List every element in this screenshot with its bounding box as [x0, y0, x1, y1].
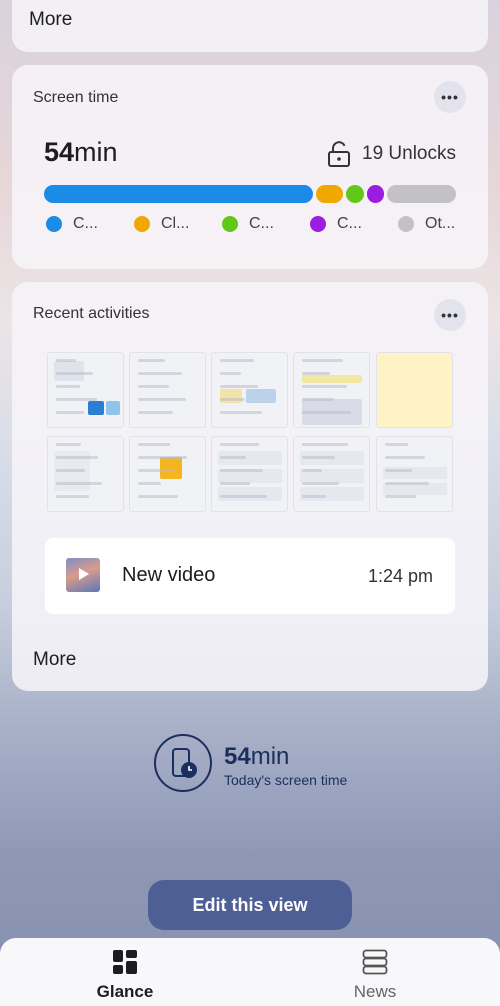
legend-item: Cl... [134, 215, 189, 233]
legend-label: Ot... [425, 215, 456, 232]
grid-icon [113, 950, 137, 974]
more-dots-icon: ••• [441, 307, 459, 323]
summary-number: 54 [224, 743, 251, 770]
activity-thumbnail[interactable] [129, 352, 206, 428]
usage-segment [316, 185, 343, 203]
screen-time-summary[interactable]: 54min Today's screen time [154, 734, 374, 792]
nav-glance-label: Glance [96, 982, 154, 1001]
usage-segment [386, 185, 456, 203]
usage-bar [44, 185, 456, 203]
summary-caption: Today's screen time [224, 772, 348, 788]
legend-label: Cl... [161, 215, 190, 232]
legend-label: C... [249, 215, 274, 232]
legend-dot [222, 216, 238, 232]
activity-thumbnail[interactable] [293, 436, 370, 512]
legend-item: Ot... [398, 215, 455, 233]
legend-label: C... [73, 215, 98, 232]
legend-label: C... [337, 215, 362, 232]
nav-news-label: News [353, 982, 397, 1001]
card-title: Recent activities [33, 305, 150, 322]
activity-thumbnail[interactable] [211, 352, 288, 428]
legend-item: C... [310, 215, 362, 233]
top-card: More [12, 0, 488, 52]
summary-unit: min [250, 743, 290, 770]
summary-time: 54min [224, 743, 289, 771]
activity-thumbnails [47, 352, 453, 512]
more-options-button[interactable]: ••• [434, 81, 466, 113]
legend-dot [46, 216, 62, 232]
more-options-button[interactable]: ••• [434, 299, 466, 331]
edit-view-button[interactable]: Edit this view [148, 880, 352, 930]
legend-item: C... [46, 215, 98, 233]
play-icon [79, 568, 89, 580]
recent-activities-card: Recent activities ••• New video 1:24 pm … [12, 282, 488, 691]
total-unit: min [74, 137, 118, 167]
video-time: 1:24 pm [367, 566, 433, 586]
phone-clock-icon [154, 734, 212, 792]
legend-item: C... [222, 215, 274, 233]
legend-dot [398, 216, 414, 232]
screen-time-card[interactable]: Screen time ••• 54min 19 Unlocks C... Cl.… [12, 65, 488, 269]
activity-thumbnail[interactable] [129, 436, 206, 512]
legend-dot [310, 216, 326, 232]
activity-thumbnail[interactable] [376, 436, 453, 512]
activity-thumbnail[interactable] [376, 352, 453, 428]
more-link[interactable]: More [29, 9, 72, 31]
usage-legend: C... Cl... C... C... Ot... [46, 215, 456, 239]
card-title: Screen time [33, 89, 119, 106]
more-dots-icon: ••• [441, 89, 459, 105]
usage-segment [44, 185, 314, 203]
screen-time-total: 54min [44, 137, 118, 168]
video-title: New video [122, 564, 216, 586]
usage-segment [367, 185, 384, 203]
activity-thumbnail[interactable] [211, 436, 288, 512]
total-number: 54 [44, 137, 75, 167]
unlocks-count: 19 Unlocks [328, 141, 456, 167]
bottom-nav: Glance News [0, 938, 500, 1006]
news-stack-icon [362, 949, 388, 975]
activity-thumbnail[interactable] [47, 352, 124, 428]
activity-thumbnail[interactable] [293, 352, 370, 428]
new-video-item[interactable]: New video 1:24 pm [45, 538, 455, 614]
legend-dot [134, 216, 150, 232]
more-link[interactable]: More [33, 649, 76, 671]
unlocks-label: 19 Unlocks [362, 143, 456, 164]
usage-segment [345, 185, 365, 203]
nav-news[interactable]: News [250, 938, 500, 1006]
activity-thumbnail[interactable] [47, 436, 124, 512]
nav-glance[interactable]: Glance [0, 938, 250, 1006]
video-thumbnail [66, 558, 100, 592]
unlock-icon [328, 141, 350, 167]
